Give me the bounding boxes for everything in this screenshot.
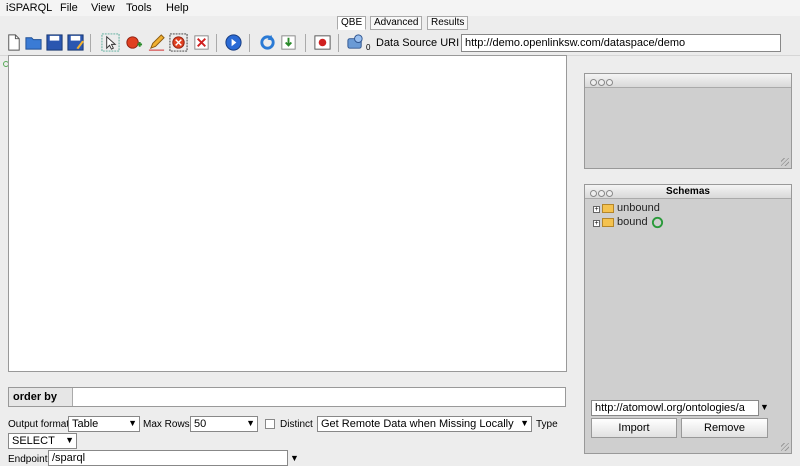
empty-panel (584, 73, 792, 169)
endpoint-label: Endpoint (8, 454, 48, 465)
expand-icon[interactable]: + (593, 206, 600, 213)
import-button[interactable]: Import (591, 418, 677, 438)
chevron-down-icon[interactable]: ▼ (760, 402, 769, 412)
toolbar-separator (305, 34, 306, 52)
query-canvas[interactable] (8, 55, 567, 372)
toolbar-separator (90, 34, 91, 52)
datasource-icon[interactable] (346, 33, 365, 52)
menu-tools[interactable]: Tools (126, 2, 152, 14)
schema-item-unbound[interactable]: unbound (617, 202, 660, 214)
refresh-icon[interactable] (258, 33, 277, 52)
chevron-down-icon: ▼ (246, 418, 255, 428)
select-icon[interactable] (101, 33, 120, 52)
tab-results[interactable]: Results (427, 16, 469, 30)
save-icon[interactable] (45, 33, 64, 52)
tab-advanced[interactable]: Advanced (370, 16, 423, 30)
resize-grip-icon[interactable] (781, 158, 789, 166)
schema-import-uri[interactable]: http://atomowl.org/ontologies/a (591, 400, 759, 416)
link-icon[interactable] (313, 33, 332, 52)
chevron-down-icon: ▼ (520, 418, 529, 428)
schemas-title: Schemas (585, 185, 791, 199)
window-controls[interactable] (590, 188, 614, 202)
run-icon[interactable] (224, 33, 243, 52)
output-format-select[interactable]: Table ▼ (68, 416, 140, 432)
menu-view[interactable]: View (91, 2, 115, 14)
clear-icon[interactable] (169, 33, 188, 52)
add-node-icon[interactable] (124, 33, 143, 52)
chevron-down-icon: ▼ (128, 418, 137, 428)
endpoint-input[interactable]: /sparql (48, 450, 288, 466)
menu-bar: iSPARQL File View Tools Help (0, 0, 800, 16)
order-by-bar[interactable]: order by (8, 387, 566, 407)
max-rows-select[interactable]: 50 ▼ (190, 416, 258, 432)
datasource-uri-input[interactable] (461, 34, 781, 52)
save-as-icon[interactable] (66, 33, 85, 52)
tab-qbe[interactable]: QBE (337, 16, 367, 30)
menu-help[interactable]: Help (166, 2, 189, 14)
window-controls[interactable] (590, 77, 614, 91)
order-by-label: order by (9, 388, 73, 406)
open-icon[interactable] (24, 33, 43, 52)
recycle-icon (651, 216, 664, 229)
type-label: Type (536, 419, 558, 430)
edit-icon[interactable] (147, 33, 166, 52)
menu-file[interactable]: File (60, 2, 78, 14)
max-rows-label: Max Rows (143, 419, 190, 430)
folder-icon (602, 204, 614, 213)
distinct-checkbox[interactable] (265, 419, 275, 429)
schema-item-bound[interactable]: bound (617, 216, 648, 228)
app-title: iSPARQL (6, 2, 53, 14)
remote-data-select[interactable]: Get Remote Data when Missing Locally ▼ (317, 416, 532, 432)
remove-button[interactable]: Remove (681, 418, 768, 438)
output-format-label: Output format (8, 419, 70, 430)
type-select[interactable]: SELECT ▼ (8, 433, 77, 449)
expand-icon[interactable]: + (593, 220, 600, 227)
panel-titlebar (585, 74, 791, 88)
toolbar-separator (216, 34, 217, 52)
toolbar-separator (338, 34, 339, 52)
chevron-down-icon: ▼ (65, 435, 74, 445)
resize-grip-icon[interactable] (781, 443, 789, 451)
datasource-label: Data Source URI (376, 37, 460, 49)
new-icon[interactable] (4, 33, 23, 52)
delete-icon[interactable] (192, 33, 211, 52)
folder-icon (602, 218, 614, 227)
schemas-panel: Schemas + unbound + bound http://atomowl… (584, 184, 792, 454)
chevron-down-icon[interactable]: ▼ (290, 453, 299, 463)
toolbar-separator (249, 34, 250, 52)
import-icon[interactable] (279, 33, 298, 52)
datasource-index: 0 (366, 43, 371, 52)
distinct-label: Distinct (280, 419, 313, 430)
